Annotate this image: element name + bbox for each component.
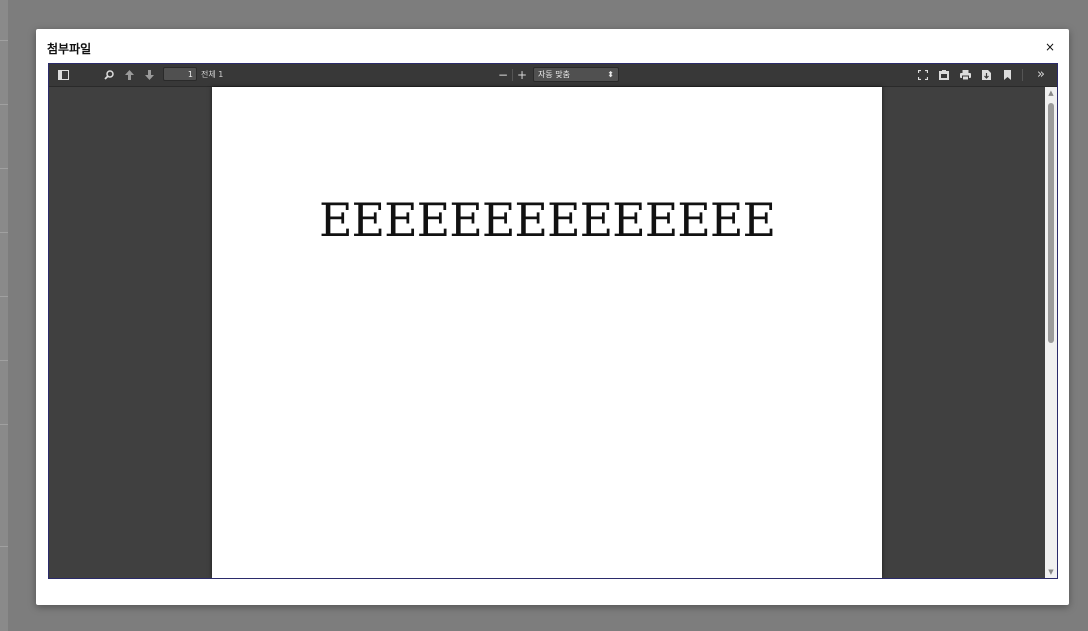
print-button[interactable] xyxy=(957,67,973,83)
scrollbar-thumb[interactable] xyxy=(1048,103,1054,343)
attachment-modal: 첨부파일 × 1 전체 1 − + 자동 맞춤 ⬍ » EEEEEEEEEEEE… xyxy=(36,29,1069,605)
download-button[interactable] xyxy=(978,67,994,83)
zoom-select-value: 자동 맞춤 xyxy=(538,70,570,79)
bookmark-button[interactable] xyxy=(999,67,1015,83)
background-divider xyxy=(0,232,8,233)
bookmark-icon xyxy=(1003,70,1011,80)
background-divider xyxy=(0,296,8,297)
page-number-input[interactable] xyxy=(163,67,197,81)
arrow-down-small-icon: ▼ xyxy=(1048,568,1054,576)
open-file-icon xyxy=(939,70,949,80)
scroll-up-button[interactable]: ▲ xyxy=(1045,87,1057,99)
scroll-down-button[interactable]: ▼ xyxy=(1045,566,1057,578)
download-icon xyxy=(981,70,991,80)
background-divider xyxy=(0,40,8,41)
page-text: EEEEEEEEEEEEEE xyxy=(318,193,776,247)
pdf-page: EEEEEEEEEEEEEE xyxy=(212,87,882,578)
pdf-viewer: 전체 1 − + 자동 맞춤 ⬍ xyxy=(48,63,1058,579)
background-page xyxy=(0,0,8,631)
plus-icon: + xyxy=(516,68,528,82)
minus-icon: − xyxy=(497,68,509,82)
background-divider xyxy=(0,360,8,361)
background-divider xyxy=(0,546,8,547)
print-icon xyxy=(959,70,971,80)
double-chevron-right-icon: » xyxy=(1037,66,1045,82)
presentation-mode-button[interactable] xyxy=(915,67,931,83)
presentation-mode-icon xyxy=(918,70,928,80)
find-button[interactable] xyxy=(101,67,117,83)
modal-title: 첨부파일 xyxy=(47,42,92,56)
background-divider xyxy=(0,424,8,425)
viewer-toolbar: 전체 1 − + 자동 맞춤 ⬍ xyxy=(49,64,1057,87)
zoom-select[interactable]: 자동 맞춤 ⬍ xyxy=(533,67,619,82)
tools-button[interactable]: » xyxy=(1033,66,1049,82)
previous-page-button[interactable] xyxy=(121,67,137,83)
zoom-in-button[interactable]: + xyxy=(514,67,530,83)
vertical-scrollbar[interactable]: ▲ ▼ xyxy=(1045,87,1057,578)
select-caret-icon: ⬍ xyxy=(607,70,614,79)
arrow-down-icon xyxy=(144,70,154,80)
arrow-up-small-icon: ▲ xyxy=(1048,89,1054,97)
background-divider xyxy=(0,104,8,105)
sidebar-toggle-icon xyxy=(57,70,69,80)
next-page-button[interactable] xyxy=(141,67,157,83)
document-viewport[interactable]: EEEEEEEEEEEEEE xyxy=(49,87,1057,578)
open-file-button[interactable] xyxy=(936,67,952,83)
sidebar-toggle-button[interactable] xyxy=(55,67,71,83)
toolbar-separator xyxy=(1022,69,1023,81)
arrow-up-icon xyxy=(124,70,134,80)
toolbar-separator xyxy=(512,69,513,81)
background-divider xyxy=(0,168,8,169)
search-icon xyxy=(104,70,114,80)
close-button[interactable]: × xyxy=(1045,40,1055,54)
page-total-label: 전체 1 xyxy=(201,70,224,79)
zoom-out-button[interactable]: − xyxy=(495,67,511,83)
